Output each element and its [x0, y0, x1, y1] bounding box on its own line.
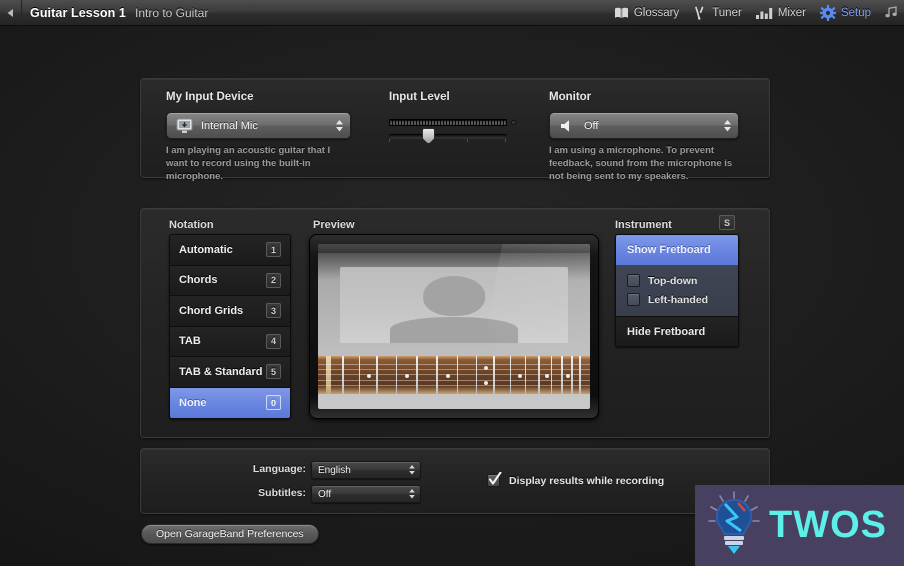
notation-item-chord-grids[interactable]: Chord Grids 3 — [170, 296, 290, 327]
slider-tick — [505, 139, 506, 142]
option-left-handed[interactable]: Left-handed — [627, 290, 738, 309]
slider-tick — [467, 139, 468, 142]
twos-watermark: TWOS — [695, 485, 904, 566]
notation-item-chords[interactable]: Chords 2 — [170, 265, 290, 296]
monitor-group: Monitor Off I am using a microphone. To … — [549, 91, 739, 183]
hide-fretboard-button[interactable]: Hide Fretboard — [616, 317, 738, 346]
notation-item-tab-standard[interactable]: TAB & Standard 5 — [170, 357, 290, 388]
notation-item-tab[interactable]: TAB 4 — [170, 326, 290, 357]
page-title: Guitar Lesson 1 — [30, 5, 126, 20]
top-down-checkbox[interactable] — [627, 274, 640, 287]
toolbar-item-label: Setup — [840, 6, 871, 19]
input-device-group: My Input Device Internal Mic I am playin… — [166, 91, 351, 183]
option-label: Top-down — [648, 274, 698, 287]
chevron-updown-icon — [409, 489, 415, 499]
notation-heading: Notation — [169, 219, 214, 231]
option-label: Left-handed — [648, 293, 709, 306]
clip-led-icon — [511, 120, 516, 125]
notation-item-none[interactable]: None 0 — [170, 387, 290, 418]
input-level-label: Input Level — [389, 91, 450, 103]
toolbar-item-tuner[interactable]: Tuner — [686, 0, 749, 26]
notation-list: Automatic 1 Chords 2 Chord Grids 3 TAB 4… — [169, 234, 291, 419]
open-preferences-button[interactable]: Open GarageBand Preferences — [141, 524, 319, 544]
input-level-slider-knob[interactable] — [422, 128, 435, 144]
option-top-down[interactable]: Top-down — [627, 271, 738, 290]
preview-heading: Preview — [313, 219, 355, 231]
notation-item-label: Automatic — [179, 243, 233, 256]
monitor-value: Off — [584, 119, 599, 132]
notation-item-shortcut: 1 — [266, 242, 281, 258]
language-select[interactable]: English — [311, 461, 421, 479]
tuning-fork-icon — [693, 6, 707, 20]
toolbar-item-mixer[interactable]: Mixer — [749, 0, 813, 26]
subtitles-label: Subtitles: — [258, 487, 306, 499]
notation-item-shortcut: 4 — [266, 333, 281, 349]
display-results-label: Display results while recording — [509, 474, 665, 487]
monitor-label: Monitor — [549, 91, 592, 103]
language-label: Language: — [252, 463, 306, 475]
lesson-subtitle: Intro to Guitar — [134, 5, 209, 20]
slider-tick — [389, 139, 390, 142]
preview-screen-frame — [309, 234, 599, 419]
display-results-row[interactable]: Display results while recording — [487, 472, 665, 487]
input-device-label: My Input Device — [166, 91, 254, 103]
instrument-heading: Instrument — [615, 219, 672, 231]
fretboard-options: Top-down Left-handed — [616, 265, 738, 317]
toolbar-item-label: Tuner — [712, 6, 742, 19]
toolbar-item-setup[interactable]: Setup — [813, 0, 878, 26]
chevron-updown-icon — [409, 465, 415, 475]
notation-item-shortcut: 2 — [266, 272, 281, 288]
language-panel: Language: English Subtitles: Off Display… — [140, 448, 770, 514]
devices-panel: My Input Device Internal Mic I am playin… — [140, 78, 770, 182]
subtitles-value: Off — [318, 488, 332, 500]
toolbar-item-glossary[interactable]: Glossary — [607, 0, 686, 26]
lesson-toolbar: Guitar Lesson 1 Intro to Guitar Glossary — [0, 0, 904, 26]
notation-item-label: Chords — [179, 274, 218, 287]
input-device-select[interactable]: Internal Mic — [166, 112, 351, 139]
notation-item-shortcut: 0 — [266, 395, 281, 411]
input-level-meter — [389, 119, 507, 126]
notation-item-automatic[interactable]: Automatic 1 — [170, 235, 290, 266]
garageband-lesson-window: Guitar Lesson 1 Intro to Guitar Glossary — [0, 0, 904, 566]
back-arrow-icon[interactable] — [0, 0, 22, 26]
input-level-group: Input Level — [389, 91, 519, 144]
input-level-meter-row — [389, 119, 519, 126]
notation-item-shortcut: 3 — [266, 303, 281, 319]
speaker-icon — [556, 119, 578, 133]
display-input-icon — [173, 118, 195, 134]
notation-item-label: Chord Grids — [179, 304, 244, 317]
chevron-updown-icon — [724, 119, 731, 132]
instrument-controls: Show Fretboard Top-down Left-handed Hide… — [615, 234, 739, 347]
toolbar-item-label: Mixer — [777, 6, 806, 19]
chevron-updown-icon — [336, 119, 343, 132]
notation-preview-instrument-panel: Notation Automatic 1 Chords 2 Chord Grid… — [140, 208, 770, 438]
notation-item-label: None — [179, 396, 207, 409]
show-fretboard-button[interactable]: Show Fretboard — [616, 235, 738, 265]
lesson-video-preview[interactable] — [318, 244, 590, 409]
monitor-select[interactable]: Off — [549, 112, 739, 139]
left-handed-checkbox[interactable] — [627, 293, 640, 306]
music-note-icon[interactable] — [878, 0, 904, 26]
monitor-help: I am using a microphone. To prevent feed… — [549, 145, 733, 182]
display-results-checkbox[interactable] — [487, 472, 502, 487]
setup-stage: My Input Device Internal Mic I am playin… — [0, 26, 904, 566]
toolbar-item-label: Glossary — [633, 6, 680, 19]
person-silhouette-head — [423, 276, 485, 316]
lightbulb-icon — [707, 491, 761, 560]
notation-item-shortcut: 5 — [266, 364, 281, 380]
mixer-bars-icon — [755, 7, 773, 19]
input-device-help: I am playing an acoustic guitar that I w… — [166, 145, 331, 182]
input-level-slider[interactable] — [389, 128, 507, 144]
notation-item-label: TAB & Standard — [179, 365, 263, 378]
language-value: English — [318, 464, 351, 476]
book-icon — [614, 7, 629, 19]
instrument-shortcut-badge: S — [719, 215, 735, 230]
input-device-value: Internal Mic — [201, 119, 258, 132]
gear-icon — [819, 4, 836, 21]
watermark-text: TWOS — [769, 504, 887, 546]
subtitles-select[interactable]: Off — [311, 485, 421, 503]
notation-item-label: TAB — [179, 335, 201, 348]
